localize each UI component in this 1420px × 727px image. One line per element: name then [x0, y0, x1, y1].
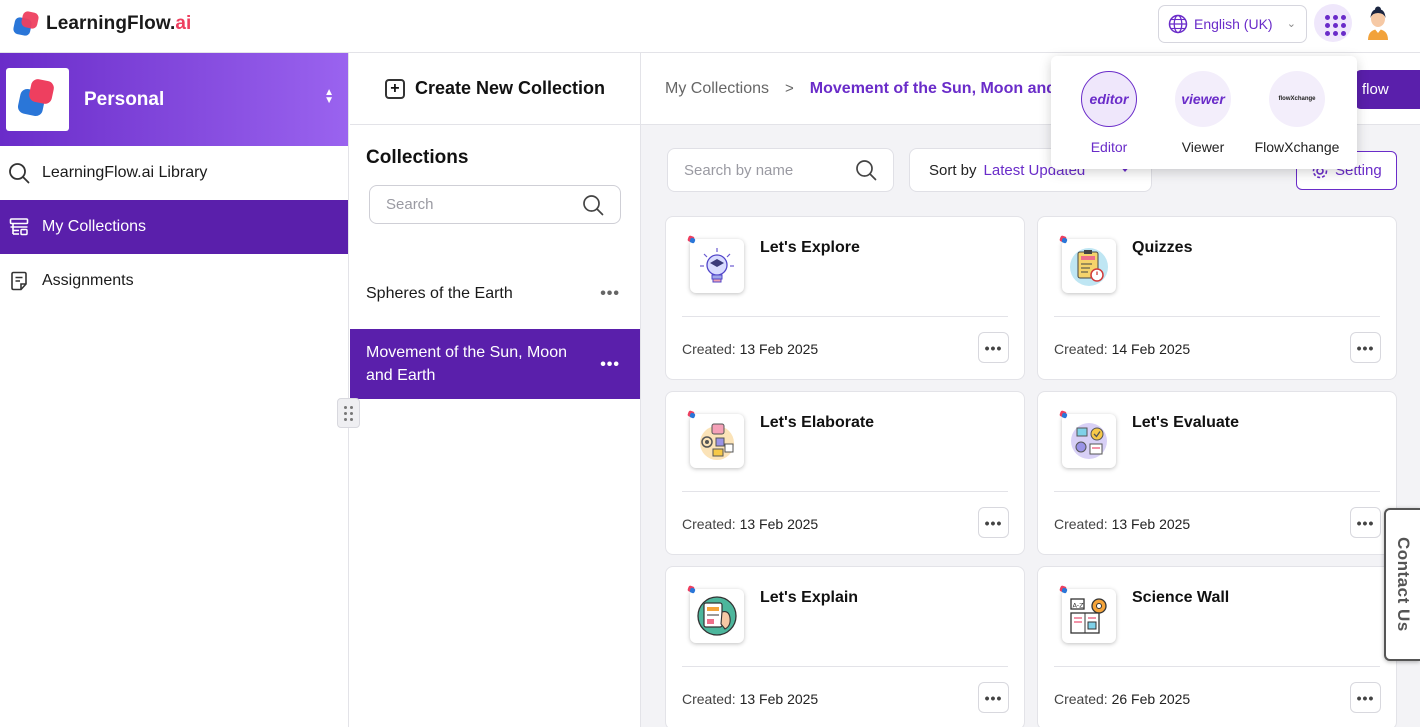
search-icon — [856, 160, 877, 181]
create-collection-label: Create New Collection — [414, 78, 606, 98]
divider — [682, 491, 1008, 492]
sidebar-item-my-collections[interactable]: My Collections — [0, 200, 348, 254]
quiz-icon — [1059, 235, 1116, 293]
explain-icon — [687, 585, 744, 643]
sidebar-item-label: My Collections — [42, 218, 147, 235]
user-avatar[interactable] — [1362, 6, 1394, 40]
app-flowxchange[interactable]: flowXchange FlowXchange — [1252, 71, 1342, 155]
card-created: Created: 26 Feb 2025 — [1054, 691, 1191, 707]
editor-logo: editor — [1081, 71, 1137, 127]
app-logo[interactable]: LearningFlow.ai — [12, 10, 192, 37]
create-collection-button[interactable]: + Create New Collection — [350, 53, 640, 125]
app-label: Editor — [1090, 139, 1128, 155]
collection-card[interactable]: Let's Evaluate Created: 13 Feb 2025 ••• — [1037, 391, 1397, 555]
divider — [1054, 666, 1380, 667]
divider — [682, 316, 1008, 317]
breadcrumb-link[interactable]: My Collections — [665, 80, 769, 98]
workspace-name: Personal — [84, 88, 165, 110]
sidebar: Personal ▲ ▼ LearningFlow.ai Library My C… — [0, 53, 349, 727]
logo-icon — [12, 10, 40, 37]
app-editor[interactable]: editor Editor — [1064, 71, 1154, 155]
collection-item-active[interactable]: Movement of the Sun, Moon and Earth ••• — [350, 329, 640, 399]
card-more-button[interactable]: ••• — [978, 507, 1009, 538]
search-icon — [583, 195, 604, 216]
language-label: English (UK) — [1194, 16, 1273, 32]
collection-label: Spheres of the Earth — [366, 285, 513, 302]
collections-title: Collections — [366, 147, 469, 168]
panel-resize-handle[interactable] — [337, 398, 360, 428]
divider — [1054, 316, 1380, 317]
app-label: Viewer — [1181, 139, 1225, 155]
collection-card[interactable]: Let's Explore Created: 13 Feb 2025 ••• — [665, 216, 1025, 380]
collections-icon — [8, 216, 30, 238]
collection-card[interactable]: Let's Explain Created: 13 Feb 2025 ••• — [665, 566, 1025, 727]
contact-us-tab[interactable]: Contact Us — [1384, 508, 1420, 661]
sort-arrows-icon: ▲ ▼ — [324, 87, 334, 106]
workspace-switcher[interactable]: Personal ▲ ▼ — [0, 53, 348, 146]
more-options-icon[interactable]: ••• — [600, 285, 620, 303]
evaluate-icon — [1059, 410, 1116, 468]
science-wall-icon: A-Z — [1059, 585, 1116, 643]
search-by-name-input[interactable]: Search by name — [667, 148, 894, 192]
card-created: Created: 13 Feb 2025 — [682, 516, 819, 532]
more-options-icon[interactable]: ••• — [600, 353, 620, 376]
card-title: Science Wall — [1132, 589, 1230, 606]
card-title: Let's Explain — [760, 589, 859, 606]
sidebar-item-assignments[interactable]: Assignments — [0, 254, 348, 308]
flow-button[interactable]: flow — [1355, 70, 1420, 109]
search-placeholder: Search by name — [684, 161, 794, 179]
card-created: Created: 13 Feb 2025 — [682, 341, 819, 357]
svg-text:A-Z: A-Z — [1073, 602, 1085, 610]
card-more-button[interactable]: ••• — [1350, 507, 1381, 538]
search-placeholder: Search — [386, 196, 434, 213]
plus-icon: + — [384, 78, 405, 99]
apps-grid-button[interactable] — [1314, 4, 1352, 42]
apps-menu: editor Editor viewer Viewer flowXchange … — [1051, 56, 1357, 169]
divider — [682, 666, 1008, 667]
card-title: Let's Explore — [760, 239, 860, 256]
card-more-button[interactable]: ••• — [1350, 332, 1381, 363]
brand-name: LearningFlow.ai — [46, 13, 192, 34]
card-more-button[interactable]: ••• — [1350, 682, 1381, 713]
card-more-button[interactable]: ••• — [978, 682, 1009, 713]
flow-button-label: flow — [1362, 81, 1389, 98]
card-created: Created: 13 Feb 2025 — [1054, 516, 1191, 532]
sort-label: Sort by — [929, 161, 977, 179]
card-more-button[interactable]: ••• — [978, 332, 1009, 363]
top-bar: LearningFlow.ai English (UK) ⌄ — [0, 0, 1420, 53]
collection-card[interactable]: Quizzes Created: 14 Feb 2025 ••• — [1037, 216, 1397, 380]
app-label: FlowXchange — [1254, 139, 1340, 155]
contact-us-label: Contact Us — [1394, 537, 1413, 632]
sidebar-item-label: Assignments — [42, 272, 134, 289]
collection-card[interactable]: Let's Elaborate Created: 13 Feb 2025 ••• — [665, 391, 1025, 555]
sidebar-item-library[interactable]: LearningFlow.ai Library — [0, 146, 348, 200]
app-viewer[interactable]: viewer Viewer — [1158, 71, 1248, 155]
workspace-logo — [6, 68, 69, 131]
card-title: Let's Elaborate — [760, 414, 875, 431]
elaborate-icon — [687, 410, 744, 468]
breadcrumb-separator: > — [785, 80, 794, 97]
card-title: Let's Evaluate — [1132, 414, 1239, 431]
search-icon — [8, 162, 30, 184]
sidebar-item-label: LearningFlow.ai Library — [42, 164, 208, 181]
divider — [1054, 491, 1380, 492]
chevron-down-icon: ⌄ — [1286, 18, 1296, 30]
flowxchange-logo: flowXchange — [1269, 71, 1325, 127]
collection-label: Movement of the Sun, Moon and Earth — [366, 344, 567, 384]
card-created: Created: 13 Feb 2025 — [682, 691, 819, 707]
collection-item[interactable]: Spheres of the Earth ••• — [350, 271, 640, 317]
collection-card[interactable]: A-Z Science Wall Created: 26 Feb 2025 ••… — [1037, 566, 1397, 727]
globe-icon — [1168, 14, 1188, 34]
viewer-logo: viewer — [1175, 71, 1231, 127]
language-selector[interactable]: English (UK) ⌄ — [1158, 5, 1307, 43]
assignment-icon — [8, 270, 30, 292]
card-created: Created: 14 Feb 2025 — [1054, 341, 1191, 357]
lightbulb-icon — [687, 235, 744, 293]
card-title: Quizzes — [1132, 239, 1193, 256]
collections-panel: + Create New Collection Collections Sear… — [350, 53, 641, 727]
collections-search-input[interactable]: Search — [369, 185, 621, 224]
